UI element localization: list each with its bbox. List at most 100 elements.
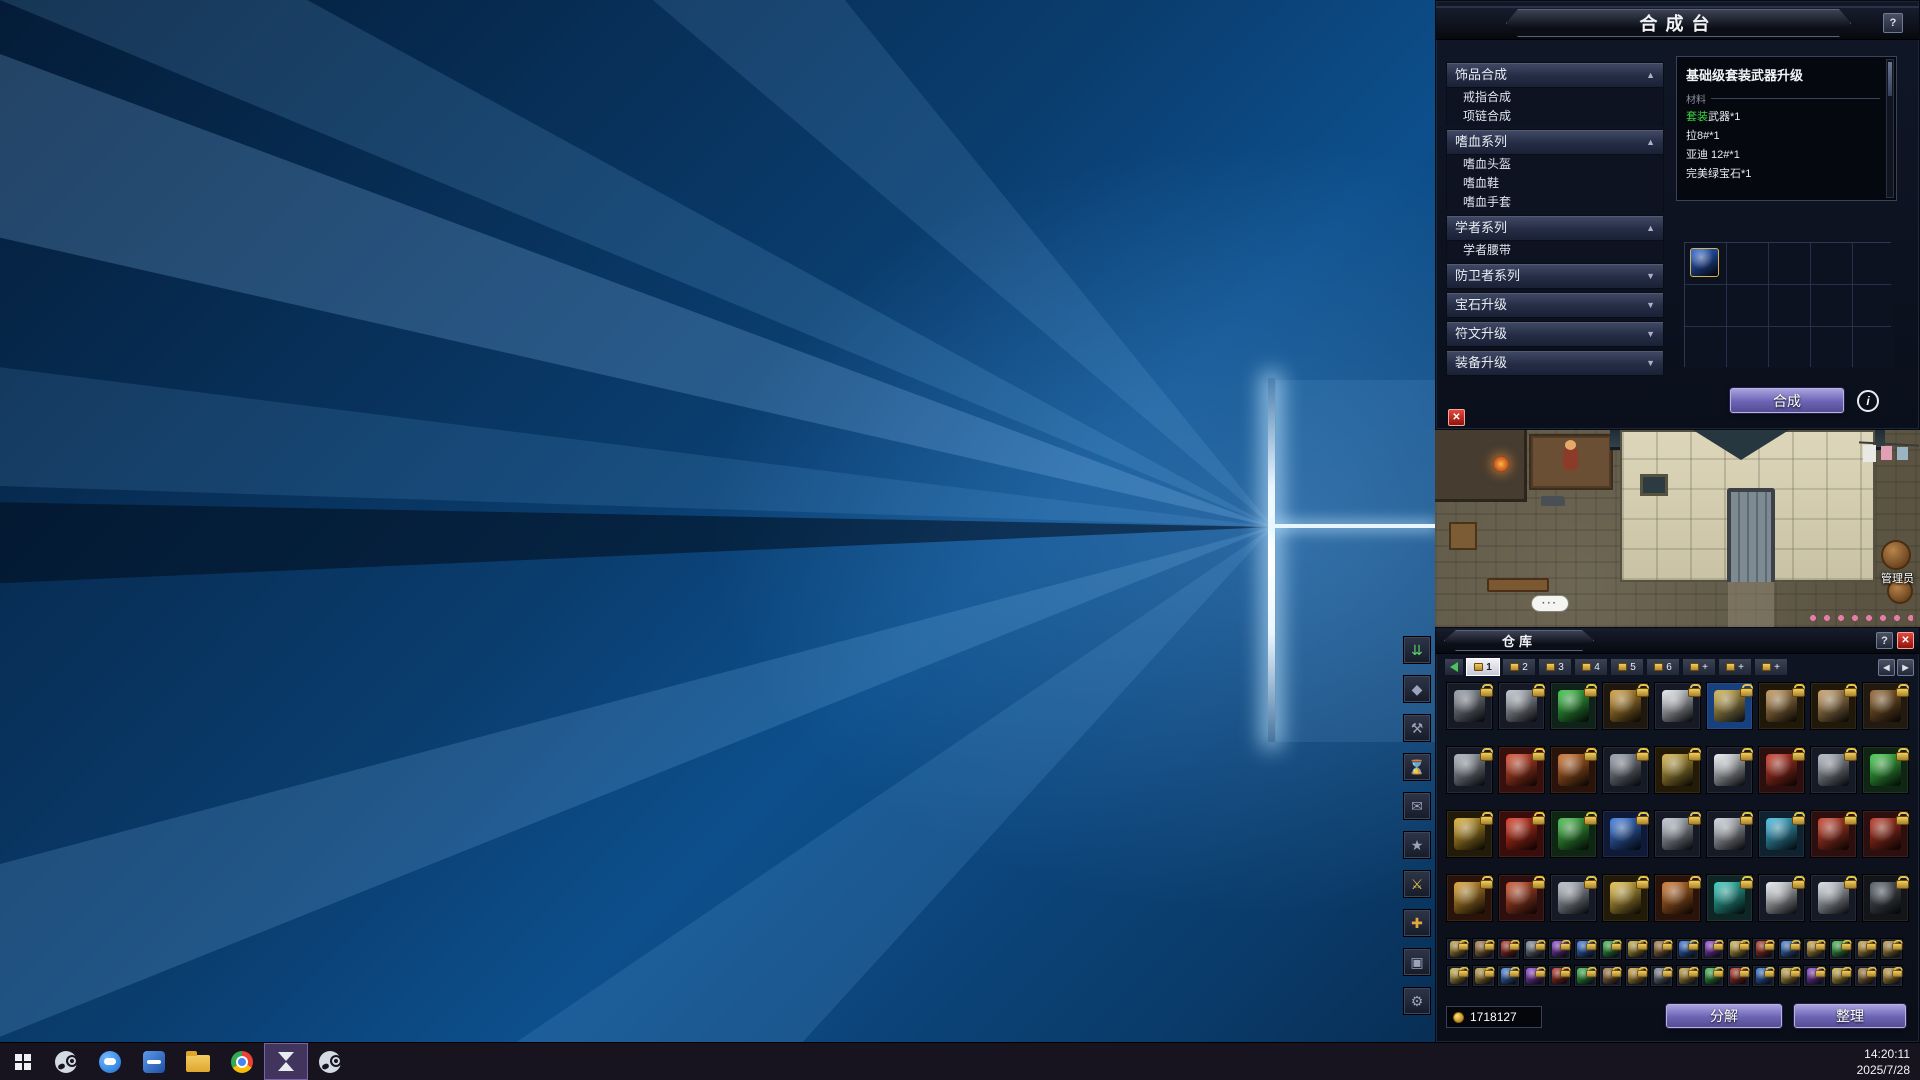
inventory-slot[interactable] bbox=[1498, 746, 1545, 794]
inventory-slot-small[interactable] bbox=[1880, 965, 1903, 987]
inventory-slot-small[interactable] bbox=[1650, 965, 1673, 987]
tab-next-button[interactable]: ▶ bbox=[1897, 659, 1914, 676]
inventory-slot-small[interactable] bbox=[1676, 965, 1699, 987]
inventory-slot-small[interactable] bbox=[1446, 938, 1469, 960]
game-app-icon[interactable] bbox=[264, 1043, 308, 1080]
inventory-slot-small[interactable] bbox=[1854, 965, 1877, 987]
inventory-slot-small[interactable] bbox=[1574, 938, 1597, 960]
inventory-slot[interactable] bbox=[1446, 810, 1493, 858]
sidebar-mail-button[interactable]: ✉ bbox=[1403, 792, 1431, 820]
inventory-slot-small[interactable] bbox=[1548, 965, 1571, 987]
inventory-slot[interactable] bbox=[1602, 682, 1649, 730]
inventory-slot[interactable] bbox=[1758, 682, 1805, 730]
chrome-icon[interactable] bbox=[220, 1043, 264, 1080]
craft-grid-cell[interactable] bbox=[1769, 243, 1810, 284]
inventory-slot[interactable] bbox=[1706, 874, 1753, 922]
warehouse-tab-+[interactable]: + bbox=[1682, 658, 1716, 676]
warehouse-help-button[interactable]: ? bbox=[1876, 632, 1893, 649]
info-button[interactable]: i bbox=[1857, 390, 1879, 412]
craft-grid-cell[interactable] bbox=[1853, 243, 1894, 284]
inventory-slot-small[interactable] bbox=[1599, 965, 1622, 987]
craft-grid-cell[interactable] bbox=[1853, 285, 1894, 326]
inventory-slot-small[interactable] bbox=[1829, 965, 1852, 987]
inventory-slot-small[interactable] bbox=[1803, 938, 1826, 960]
tab-prev-button[interactable]: ◀ bbox=[1878, 659, 1895, 676]
sidebar-favorite-button[interactable]: ★ bbox=[1403, 831, 1431, 859]
deposit-all-button[interactable] bbox=[1444, 658, 1464, 676]
inventory-slot[interactable] bbox=[1862, 746, 1909, 794]
warehouse-tab-1[interactable]: 1 bbox=[1466, 658, 1500, 676]
craft-grid-cell[interactable] bbox=[1769, 285, 1810, 326]
warehouse-tab-6[interactable]: 6 bbox=[1646, 658, 1680, 676]
inventory-slot[interactable] bbox=[1498, 810, 1545, 858]
warehouse-tab-5[interactable]: 5 bbox=[1610, 658, 1644, 676]
decompose-button[interactable]: 分解 bbox=[1666, 1004, 1782, 1028]
inventory-slot-small[interactable] bbox=[1497, 965, 1520, 987]
materials-scrollbar[interactable] bbox=[1886, 59, 1894, 198]
inventory-slot-small[interactable] bbox=[1497, 938, 1520, 960]
inventory-slot[interactable] bbox=[1602, 746, 1649, 794]
category-group-9[interactable]: 防卫者系列▼ bbox=[1446, 263, 1664, 289]
warehouse-tab-4[interactable]: 4 bbox=[1574, 658, 1608, 676]
inventory-slot[interactable] bbox=[1446, 874, 1493, 922]
category-item-8[interactable]: 学者腰带 bbox=[1446, 241, 1664, 260]
chat-app-icon[interactable] bbox=[88, 1043, 132, 1080]
inventory-slot-small[interactable] bbox=[1778, 965, 1801, 987]
inventory-slot[interactable] bbox=[1862, 682, 1909, 730]
inventory-slot[interactable] bbox=[1758, 874, 1805, 922]
craft-grid-cell[interactable] bbox=[1811, 327, 1852, 368]
craft-grid-cell[interactable] bbox=[1727, 285, 1768, 326]
category-group-7[interactable]: 学者系列▲ bbox=[1446, 215, 1664, 241]
inventory-slot-small[interactable] bbox=[1880, 938, 1903, 960]
inventory-slot-small[interactable] bbox=[1599, 938, 1622, 960]
category-item-2[interactable]: 项链合成 bbox=[1446, 107, 1664, 126]
craft-grid-cell[interactable] bbox=[1811, 285, 1852, 326]
inventory-slot[interactable] bbox=[1498, 874, 1545, 922]
inventory-slot[interactable] bbox=[1862, 874, 1909, 922]
steam-icon[interactable] bbox=[44, 1043, 88, 1080]
inventory-slot[interactable] bbox=[1706, 810, 1753, 858]
warehouse-close-button[interactable]: ✕ bbox=[1897, 632, 1914, 649]
start-button[interactable] bbox=[0, 1043, 44, 1080]
inventory-slot-small[interactable] bbox=[1727, 938, 1750, 960]
inventory-slot-small[interactable] bbox=[1446, 965, 1469, 987]
sidebar-settings-button[interactable]: ⚙ bbox=[1403, 987, 1431, 1015]
inventory-slot-small[interactable] bbox=[1778, 938, 1801, 960]
craft-grid-cell[interactable] bbox=[1685, 327, 1726, 368]
inventory-slot-small[interactable] bbox=[1472, 938, 1495, 960]
category-item-4[interactable]: 嗜血头盔 bbox=[1446, 155, 1664, 174]
inventory-slot[interactable] bbox=[1810, 874, 1857, 922]
warehouse-tab-+[interactable]: + bbox=[1754, 658, 1788, 676]
inventory-slot[interactable] bbox=[1810, 682, 1857, 730]
file-explorer-icon[interactable] bbox=[176, 1043, 220, 1080]
craft-grid-cell[interactable] bbox=[1853, 327, 1894, 368]
inventory-slot[interactable] bbox=[1654, 810, 1701, 858]
taskbar-clock[interactable]: 14:20:11 2025/7/28 bbox=[1857, 1043, 1920, 1080]
inventory-slot[interactable] bbox=[1446, 682, 1493, 730]
category-group-3[interactable]: 嗜血系列▲ bbox=[1446, 129, 1664, 155]
sidebar-weapon-button[interactable]: ⚔ bbox=[1403, 870, 1431, 898]
warehouse-tab-+[interactable]: + bbox=[1718, 658, 1752, 676]
inventory-slot[interactable] bbox=[1706, 746, 1753, 794]
craft-grid-cell[interactable] bbox=[1685, 285, 1726, 326]
blue-app-icon[interactable] bbox=[132, 1043, 176, 1080]
inventory-slot[interactable] bbox=[1550, 746, 1597, 794]
inventory-slot-small[interactable] bbox=[1523, 965, 1546, 987]
inventory-slot[interactable] bbox=[1862, 810, 1909, 858]
inventory-slot-small[interactable] bbox=[1523, 938, 1546, 960]
sidebar-forge-button[interactable]: ⚒ bbox=[1403, 714, 1431, 742]
craft-grid-cell[interactable] bbox=[1727, 243, 1768, 284]
warehouse-tab-3[interactable]: 3 bbox=[1538, 658, 1572, 676]
sort-button[interactable]: 整理 bbox=[1794, 1004, 1906, 1028]
inventory-slot-small[interactable] bbox=[1472, 965, 1495, 987]
game-scene-viewport[interactable]: ··· 管理员 bbox=[1435, 430, 1920, 627]
inventory-slot-small[interactable] bbox=[1701, 965, 1724, 987]
craft-grid-cell[interactable] bbox=[1769, 327, 1810, 368]
inventory-slot[interactable] bbox=[1706, 682, 1753, 730]
sidebar-hourglass-button[interactable]: ⌛ bbox=[1403, 753, 1431, 781]
warehouse-tab-2[interactable]: 2 bbox=[1502, 658, 1536, 676]
inventory-slot[interactable] bbox=[1602, 810, 1649, 858]
inventory-slot[interactable] bbox=[1758, 746, 1805, 794]
inventory-slot[interactable] bbox=[1602, 874, 1649, 922]
craft-grid-cell[interactable] bbox=[1811, 243, 1852, 284]
